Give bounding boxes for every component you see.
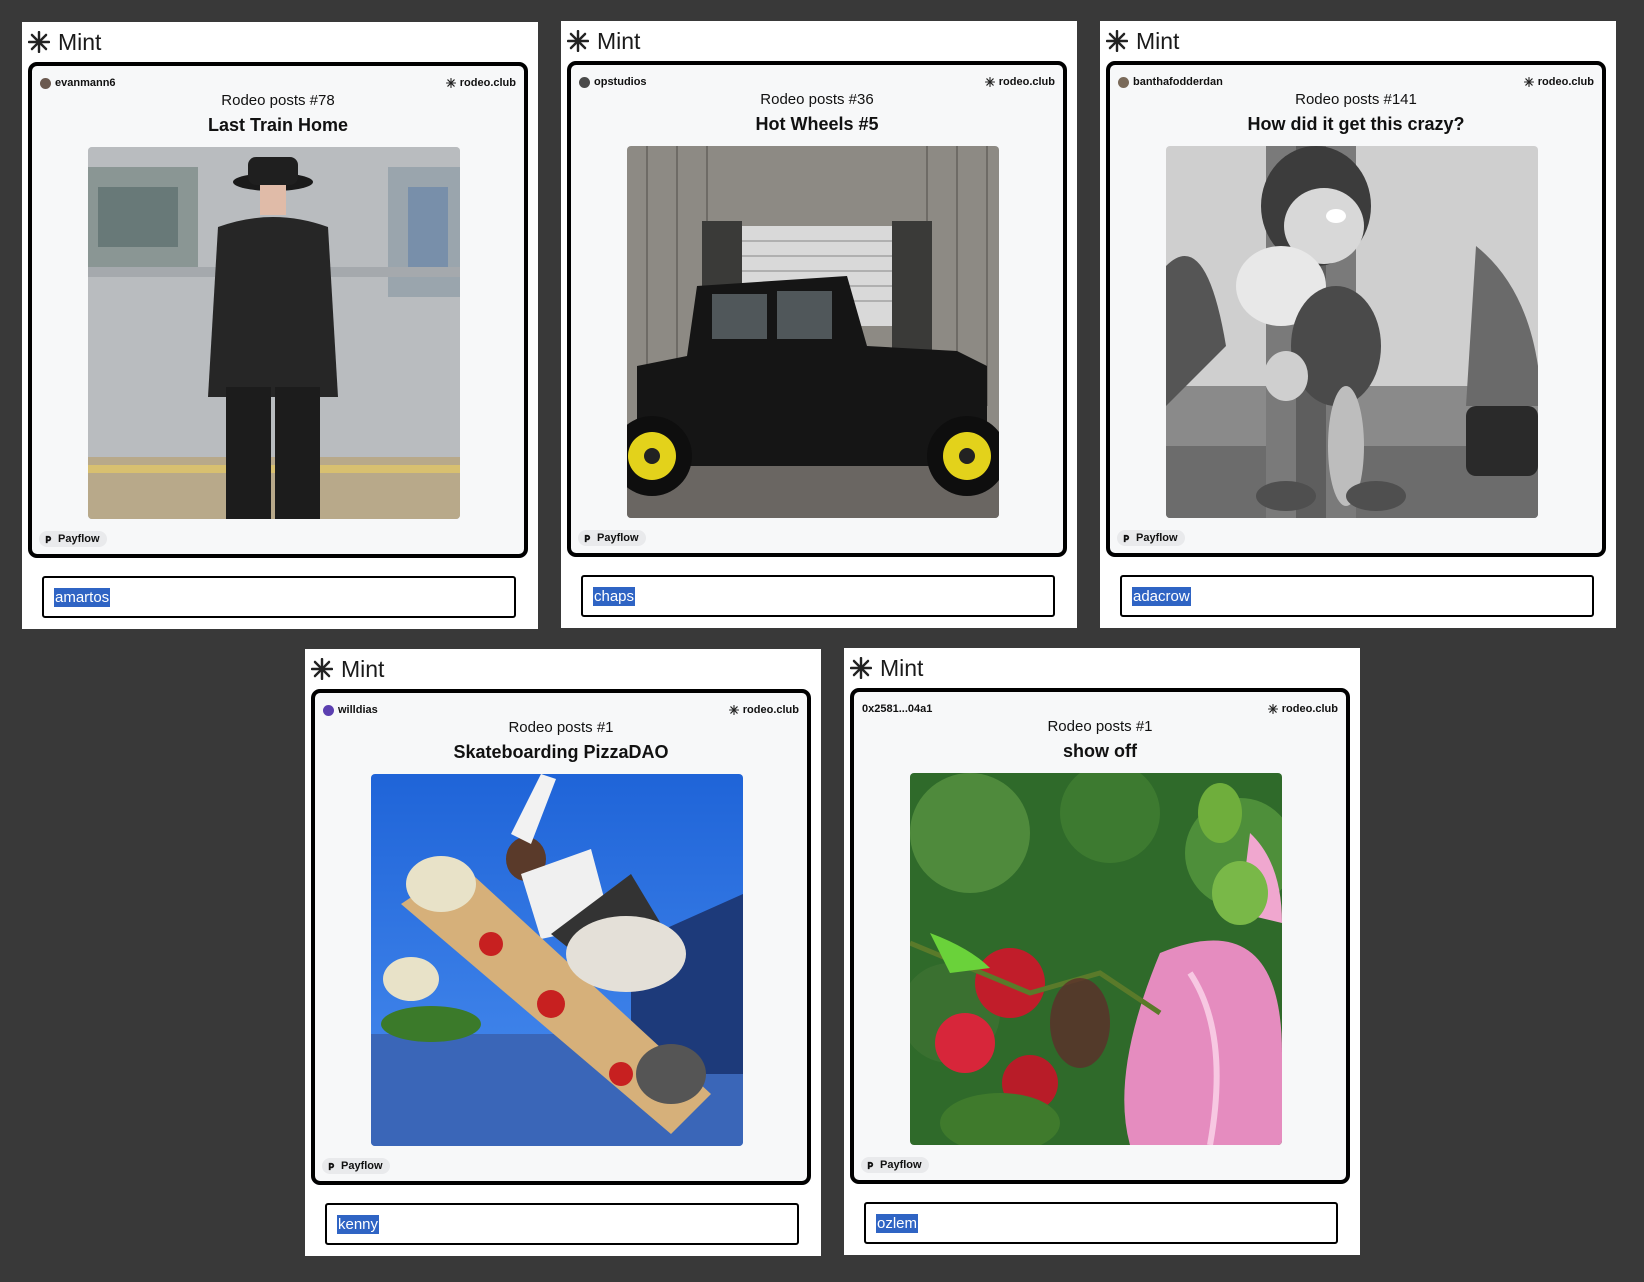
rodeo-star-icon [1524,77,1534,87]
post-count: Rodeo posts #1 [1047,718,1153,735]
payflow-icon [1122,534,1131,543]
payflow-icon [583,534,592,543]
payflow-badge[interactable]: Payflow [578,530,646,546]
post-author[interactable]: opstudios [579,76,647,88]
rodeo-star-icon [1268,704,1278,714]
post-author[interactable]: evanmann6 [40,77,116,89]
avatar [40,77,51,89]
post-card[interactable]: opstudios rodeo.club Rodeo posts #36 Hot… [567,61,1067,557]
mint-frame-3: Mint banthafodderdan rodeo.club Rodeo po… [1100,21,1616,628]
mint-header[interactable]: Mint [1100,21,1616,61]
post-card[interactable]: banthafodderdan rodeo.club Rodeo posts #… [1106,61,1606,557]
post-count: Rodeo posts #1 [508,719,614,736]
mint-star-icon [1106,30,1128,52]
author-name: willdias [338,704,378,716]
rodeo-star-icon [446,78,456,88]
post-count: Rodeo posts #36 [760,91,874,108]
site-link[interactable]: rodeo.club [985,76,1055,88]
mint-label: Mint [1136,27,1180,54]
post-title: Skateboarding PizzaDAO [453,742,669,762]
payflow-badge[interactable]: Payflow [1117,530,1185,546]
mint-label: Mint [58,28,102,55]
author-name: 0x2581...04a1 [862,703,933,715]
mint-star-icon [567,30,589,52]
payflow-badge[interactable]: Payflow [39,531,107,547]
input-value: ozlem [876,1213,919,1233]
payflow-label: Payflow [1136,532,1178,544]
username-input[interactable]: chaps [581,575,1055,617]
payflow-label: Payflow [597,532,639,544]
username-input[interactable]: ozlem [864,1202,1338,1244]
post-author[interactable]: 0x2581...04a1 [862,703,932,715]
mint-header[interactable]: Mint [561,21,1077,61]
post-image [88,147,460,519]
payflow-icon [44,535,53,544]
site-link[interactable]: rodeo.club [729,704,799,716]
mint-header[interactable]: Mint [844,648,1360,688]
post-card[interactable]: 0x2581...04a1 rodeo.club Rodeo posts #1 … [850,688,1350,1184]
mint-frame-1: Mint evanmann6 rodeo.club Rodeo posts #7… [22,22,538,629]
mint-frame-4: Mint willdias rodeo.club Rodeo posts #1 … [305,649,821,1256]
avatar [323,704,334,716]
payflow-label: Payflow [58,533,100,545]
author-name: opstudios [594,76,647,88]
post-author[interactable]: willdias [323,704,378,716]
payflow-label: Payflow [341,1160,383,1172]
input-value: amartos [54,587,111,607]
site-label: rodeo.club [1537,76,1594,88]
rodeo-star-icon [985,77,995,87]
post-title: Last Train Home [207,115,349,135]
mint-frame-2: Mint opstudios rodeo.club Rodeo posts #3… [561,21,1077,628]
post-author[interactable]: banthafodderdan [1118,76,1223,88]
post-card[interactable]: willdias rodeo.club Rodeo posts #1 Skate… [311,689,811,1185]
username-input[interactable]: amartos [42,576,516,618]
site-link[interactable]: rodeo.club [1524,76,1594,88]
payflow-badge[interactable]: Payflow [322,1158,390,1174]
input-value: adacrow [1132,586,1191,606]
site-link[interactable]: rodeo.club [446,77,516,89]
input-value: chaps [593,586,636,606]
post-title: How did it get this crazy? [1247,114,1465,134]
post-title: Hot Wheels #5 [755,114,879,134]
site-label: rodeo.club [742,704,799,716]
mint-header[interactable]: Mint [305,649,821,689]
payflow-badge[interactable]: Payflow [861,1157,929,1173]
post-image [1166,146,1538,518]
post-title: show off [1063,741,1137,761]
mint-label: Mint [341,655,385,682]
post-image [910,773,1282,1145]
site-label: rodeo.club [459,77,516,89]
mint-frame-5: Mint 0x2581...04a1 rodeo.club Rodeo post… [844,648,1360,1255]
avatar [1118,76,1129,88]
mint-star-icon [850,657,872,679]
post-card[interactable]: evanmann6 rodeo.club Rodeo posts #78 Las… [28,62,528,558]
site-label: rodeo.club [1281,703,1338,715]
mint-header[interactable]: Mint [22,22,538,62]
post-image [371,774,743,1146]
mint-star-icon [311,658,333,680]
username-input[interactable]: adacrow [1120,575,1594,617]
site-label: rodeo.club [998,76,1055,88]
mint-label: Mint [597,27,641,54]
payflow-label: Payflow [880,1159,922,1171]
rodeo-star-icon [729,705,739,715]
post-image [627,146,999,518]
mint-star-icon [28,31,50,53]
mint-label: Mint [880,654,924,681]
avatar [579,76,590,88]
site-link[interactable]: rodeo.club [1268,703,1338,715]
post-count: Rodeo posts #141 [1295,91,1417,108]
author-name: evanmann6 [55,77,116,89]
author-name: banthafodderdan [1133,76,1223,88]
post-count: Rodeo posts #78 [221,92,335,109]
payflow-icon [327,1162,336,1171]
username-input[interactable]: kenny [325,1203,799,1245]
payflow-icon [866,1161,875,1170]
input-value: kenny [337,1214,380,1234]
